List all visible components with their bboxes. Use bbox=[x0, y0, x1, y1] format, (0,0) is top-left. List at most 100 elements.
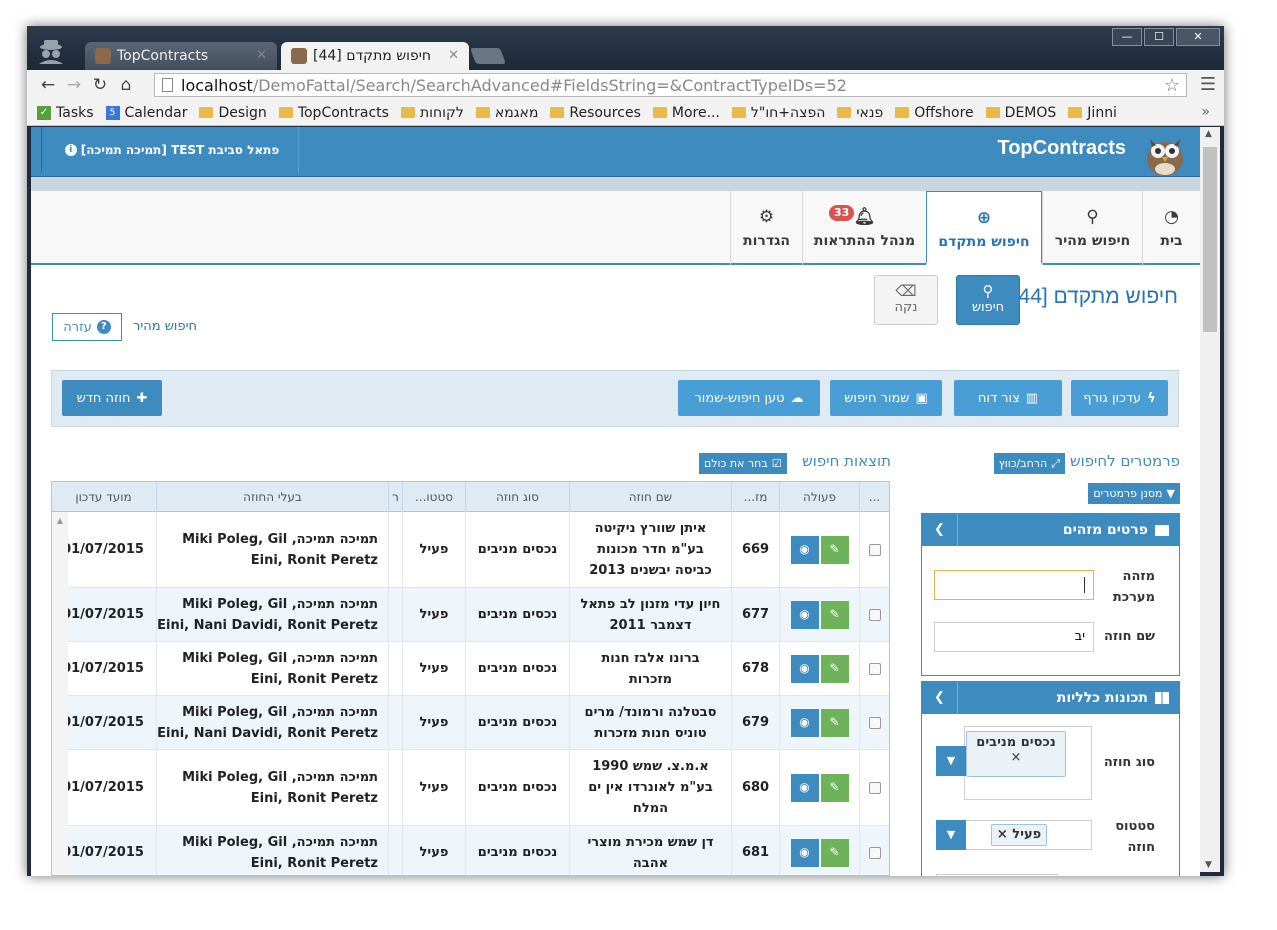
forward-arrow-icon[interactable]: → bbox=[61, 75, 87, 95]
edit-pencil-icon[interactable]: ✎ bbox=[820, 654, 849, 683]
bookmark-tasks[interactable]: ✓ Tasks bbox=[37, 105, 94, 121]
load-saved-search-button[interactable]: ☁ טען חיפוש-שמור bbox=[678, 380, 820, 416]
save-search-button[interactable]: ▣ שמור חיפוש bbox=[830, 380, 942, 416]
row-checkbox[interactable] bbox=[868, 716, 881, 729]
view-eye-icon[interactable]: ◉ bbox=[790, 654, 819, 683]
bookmark-distribution[interactable]: הפצה+חו"ל bbox=[731, 105, 825, 121]
back-arrow-icon[interactable]: ← bbox=[35, 75, 61, 95]
tab-advanced-search[interactable]: ⊕ חיפוש מתקדם bbox=[926, 191, 1042, 265]
tab-quick-search[interactable]: ⚲ חיפוש מהיר bbox=[1042, 191, 1142, 265]
bookmark-offshore[interactable]: Offshore bbox=[895, 105, 974, 121]
bookmark-leisure[interactable]: פנאי bbox=[837, 105, 883, 121]
contract-type-dropdown-button[interactable]: ▼ bbox=[936, 746, 966, 776]
select-all-button[interactable]: ☑ בחר את כולם bbox=[699, 453, 787, 474]
bookmark-topcontracts[interactable]: TopContracts bbox=[278, 105, 389, 121]
bookmark-more[interactable]: More... bbox=[652, 105, 720, 121]
search-button[interactable]: ⚲ חיפוש bbox=[956, 275, 1020, 325]
edit-pencil-icon[interactable]: ✎ bbox=[820, 708, 849, 737]
tab-topcontracts[interactable]: TopContracts ✕ bbox=[85, 42, 277, 70]
view-eye-icon[interactable]: ◉ bbox=[790, 535, 819, 564]
col-updated[interactable]: מועד עדכון bbox=[52, 482, 156, 512]
minimize-icon[interactable]: — bbox=[1112, 28, 1142, 46]
reload-icon[interactable]: ↻ bbox=[87, 75, 113, 95]
close-icon[interactable]: ✕ bbox=[256, 48, 267, 63]
col-select[interactable]: ... bbox=[859, 482, 889, 512]
chevron-more-icon[interactable]: » bbox=[1201, 104, 1210, 120]
page-scrollbar[interactable]: ▲ ▼ bbox=[1200, 127, 1220, 872]
expand-collapse-button[interactable]: ⤢ הרחב/כווץ bbox=[993, 453, 1065, 474]
bookmark-clients[interactable]: לקוחות bbox=[400, 105, 464, 121]
create-report-button[interactable]: ▥ צור דוח bbox=[954, 380, 1062, 416]
tab-settings[interactable]: ⚙ הגדרות bbox=[730, 191, 802, 265]
col-contract-name[interactable]: שם חוזה bbox=[569, 482, 731, 512]
col-id[interactable]: מז... bbox=[731, 482, 779, 512]
bookmark-star-icon[interactable]: ☆ bbox=[1164, 75, 1180, 96]
from-date-input[interactable]: ▦ bbox=[936, 874, 1058, 876]
general-props-header[interactable]: תכונות כלליות ❯ bbox=[922, 682, 1179, 714]
clear-button[interactable]: ⌫ נקה bbox=[874, 275, 938, 325]
row-contract-name[interactable]: דן שמש מכירת מוצרי אהבה bbox=[569, 826, 731, 875]
table-row[interactable]: ✎ ◉ 680 א.מ.צ. שמש 1990 בע"מ לאונרדו אין ים… bbox=[52, 750, 889, 826]
new-contract-button[interactable]: ✚ חוזה חדש bbox=[62, 380, 162, 416]
col-owners[interactable]: בעלי החוזה bbox=[156, 482, 388, 512]
chevron-down-icon[interactable]: ❯ bbox=[922, 514, 958, 546]
row-checkbox[interactable] bbox=[868, 608, 881, 621]
new-tab-button[interactable] bbox=[470, 48, 506, 64]
view-eye-icon[interactable]: ◉ bbox=[790, 838, 819, 867]
status-dropdown-button[interactable]: ▼ bbox=[936, 820, 966, 850]
contract-type-multiselect[interactable]: נכסים מניבים × bbox=[964, 726, 1092, 800]
scroll-thumb[interactable] bbox=[1203, 147, 1217, 332]
scroll-down-icon[interactable]: ▼ bbox=[1205, 860, 1212, 870]
contract-type-chip[interactable]: נכסים מניבים × bbox=[966, 731, 1066, 777]
col-status[interactable]: סטטו... bbox=[402, 482, 465, 512]
table-row[interactable]: ✎ ◉ 669 איתן שוורץ ניקיטה בע"מ חדר מכונות כ… bbox=[52, 512, 889, 588]
row-checkbox[interactable] bbox=[868, 781, 881, 794]
scroll-up-icon[interactable]: ▲ bbox=[52, 516, 68, 525]
system-id-input[interactable] bbox=[934, 570, 1094, 600]
quick-search-link[interactable]: חיפוש מהיר bbox=[133, 319, 197, 334]
contract-name-input[interactable]: יב bbox=[934, 622, 1094, 652]
view-eye-icon[interactable]: ◉ bbox=[790, 773, 819, 802]
close-window-icon[interactable]: ✕ bbox=[1176, 28, 1220, 46]
col-action[interactable]: פעולה bbox=[779, 482, 859, 512]
edit-pencil-icon[interactable]: ✎ bbox=[820, 838, 849, 867]
view-eye-icon[interactable]: ◉ bbox=[790, 708, 819, 737]
edit-pencil-icon[interactable]: ✎ bbox=[820, 535, 849, 564]
identifiers-header[interactable]: פרטים מזהים ❯ bbox=[922, 514, 1179, 546]
menu-icon[interactable]: ☰ bbox=[1200, 74, 1216, 95]
status-multiselect[interactable]: פעיל × bbox=[964, 820, 1092, 850]
maximize-icon[interactable]: ☐ bbox=[1144, 28, 1174, 46]
scroll-up-icon[interactable]: ▲ bbox=[1205, 129, 1212, 139]
status-chip[interactable]: פעיל × bbox=[991, 824, 1047, 846]
home-icon[interactable]: ⌂ bbox=[113, 75, 139, 95]
bookmark-jinni[interactable]: Jinni bbox=[1068, 105, 1117, 121]
row-checkbox[interactable] bbox=[868, 543, 881, 556]
bookmark-design[interactable]: Design bbox=[199, 105, 267, 121]
tab-home[interactable]: ◔ בית bbox=[1142, 191, 1200, 265]
remove-chip-icon[interactable]: × bbox=[967, 750, 1065, 765]
edit-pencil-icon[interactable]: ✎ bbox=[820, 600, 849, 629]
row-contract-name[interactable]: סבטלנה ורמונד/ מרים טוניס חנות מזכרות bbox=[569, 696, 731, 749]
quick-update-button[interactable]: ϟ עדכון גורף bbox=[1071, 380, 1168, 416]
close-icon[interactable]: ✕ bbox=[448, 48, 459, 63]
filter-params-button[interactable]: ▼ מסנן פרמטרים bbox=[1088, 483, 1180, 504]
bookmark-resources[interactable]: Resources bbox=[550, 105, 641, 121]
bookmark-demos[interactable]: DEMOS bbox=[985, 105, 1056, 121]
help-button[interactable]: ? עזרה bbox=[52, 313, 122, 341]
table-row[interactable]: ✎ ◉ 677 חיון עדי מזנון לב פתאל דצמבר 2011 נכ… bbox=[52, 588, 889, 642]
view-eye-icon[interactable]: ◉ bbox=[790, 600, 819, 629]
row-contract-name[interactable]: איתן שוורץ ניקיטה בע"מ חדר מכונות כביסה … bbox=[569, 512, 731, 587]
row-contract-name[interactable]: ברונו אלבז חנות מזכרות bbox=[569, 642, 731, 695]
edit-pencil-icon[interactable]: ✎ bbox=[820, 773, 849, 802]
table-scrollbar[interactable]: ▲ bbox=[52, 512, 68, 875]
bookmark-magma[interactable]: מאגמא bbox=[475, 105, 538, 121]
row-checkbox[interactable] bbox=[868, 846, 881, 859]
address-bar[interactable]: localhost/DemoFattal/Search/SearchAdvanc… bbox=[154, 73, 1187, 97]
tab-advanced-search[interactable]: חיפוש מתקדם [44] ✕ bbox=[281, 42, 469, 70]
table-row[interactable]: ✎ ◉ 678 ברונו אלבז חנות מזכרות נכסים מניבים פ… bbox=[52, 642, 889, 696]
bookmark-calendar[interactable]: 5 Calendar bbox=[105, 105, 187, 121]
col-hidden[interactable]: ר bbox=[388, 482, 402, 512]
row-checkbox[interactable] bbox=[868, 662, 881, 675]
table-row[interactable]: ✎ ◉ 681 דן שמש מכירת מוצרי אהבה נכסים מניבים… bbox=[52, 826, 889, 875]
col-contract-type[interactable]: סוג חוזה bbox=[465, 482, 569, 512]
